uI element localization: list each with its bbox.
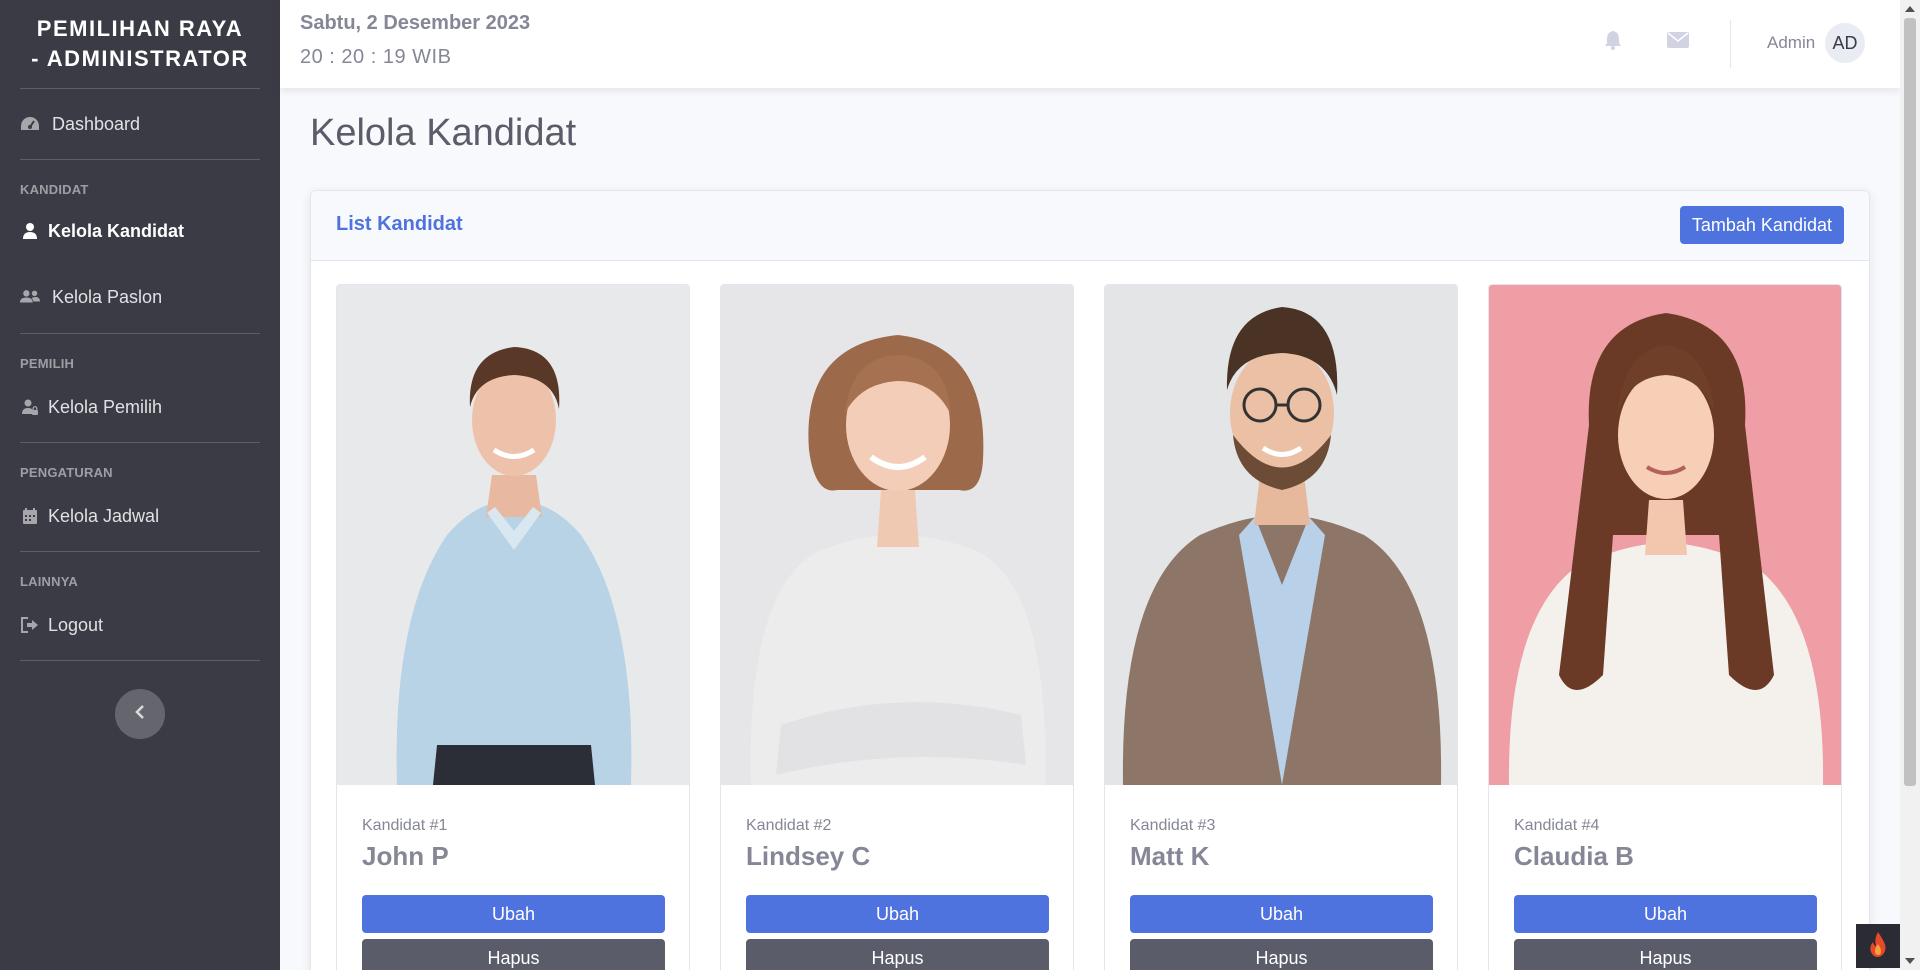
candidate-label: Kandidat #1 (362, 817, 448, 834)
candidate-label: Kandidat #4 (1514, 817, 1600, 834)
sidebar-item-label: Dashboard (52, 113, 141, 134)
scroll-down-arrow-icon[interactable] (1905, 958, 1915, 964)
edit-candidate-button[interactable]: Ubah (746, 895, 1049, 933)
user-lock-icon (20, 398, 40, 416)
sidebar-heading-lainnya: LAINNYA (20, 574, 78, 589)
candidate-name: John P (362, 841, 449, 871)
candidate-card: Kandidat #4 Claudia B Ubah Hapus (1488, 284, 1842, 970)
sidebar-item-logout[interactable]: Logout (0, 595, 280, 655)
delete-candidate-button[interactable]: Hapus (746, 939, 1049, 970)
dashboard-icon (20, 115, 40, 133)
edit-candidate-button[interactable]: Ubah (1514, 895, 1817, 933)
scroll-up-arrow-icon[interactable] (1905, 6, 1915, 12)
sidebar-item-kelola-paslon[interactable]: Kelola Paslon (0, 261, 280, 333)
floating-fire-button[interactable] (1856, 924, 1900, 968)
logout-icon (20, 616, 40, 634)
brand-line-1: PEMILIHAN RAYA (36, 16, 244, 41)
candidate-card: Kandidat #2 Lindsey C Ubah Hapus (720, 284, 1074, 970)
page-scrollbar[interactable] (1900, 0, 1920, 970)
sidebar-item-label: Kelola Kandidat (48, 220, 185, 241)
candidate-photo (1105, 285, 1457, 785)
candidate-name: Matt K (1130, 841, 1210, 871)
sidebar-heading-kandidat: KANDIDAT (20, 182, 89, 197)
candidate-card: Kandidat #3 Matt K Ubah Hapus (1104, 284, 1458, 970)
sidebar-item-label: Kelola Paslon (52, 286, 163, 307)
sidebar-item-kelola-kandidat[interactable]: Kelola Kandidat (0, 203, 280, 259)
chevron-left-icon (134, 704, 146, 724)
scroll-thumb[interactable] (1904, 18, 1916, 786)
current-time: 20 : 20 : 19 WIB (300, 46, 452, 68)
calendar-icon (20, 507, 40, 525)
sidebar-item-label: Logout (48, 614, 104, 635)
sidebar-divider (20, 660, 260, 661)
sidebar-item-label: Kelola Pemilih (48, 396, 163, 417)
sidebar-heading-pemilih: PEMILIH (20, 356, 75, 371)
current-date: Sabtu, 2 Desember 2023 (300, 12, 531, 34)
fire-icon (1868, 931, 1888, 962)
candidate-label: Kandidat #2 (746, 817, 832, 834)
users-icon (20, 288, 40, 306)
notification-bell-button[interactable] (1601, 30, 1625, 54)
delete-candidate-button[interactable]: Hapus (1130, 939, 1433, 970)
user-name[interactable]: Admin (1767, 33, 1815, 53)
candidate-label: Kandidat #3 (1130, 817, 1216, 834)
sidebar: PEMILIHAN RAYA - ADMINISTRATOR Dashboard… (0, 0, 280, 970)
page-title: Kelola Kandidat (310, 112, 577, 154)
brand-line-2: - ADMINISTRATOR (31, 46, 249, 71)
candidate-photo (337, 285, 689, 785)
add-candidate-button[interactable]: Tambah Kandidat (1679, 206, 1844, 244)
avatar[interactable]: AD (1825, 23, 1865, 63)
delete-candidate-button[interactable]: Hapus (362, 939, 665, 970)
messages-button[interactable] (1666, 30, 1690, 54)
sidebar-item-kelola-pemilih[interactable]: Kelola Pemilih (0, 377, 280, 437)
brand[interactable]: PEMILIHAN RAYA - ADMINISTRATOR (0, 0, 280, 88)
candidate-name: Lindsey C (746, 841, 871, 871)
candidate-name: Claudia B (1514, 841, 1634, 871)
sidebar-item-dashboard[interactable]: Dashboard (0, 89, 280, 159)
candidate-card: Kandidat #1 John P Ubah Hapus (336, 284, 690, 970)
envelope-icon (1667, 31, 1689, 53)
candidate-photo (1489, 285, 1841, 785)
edit-candidate-button[interactable]: Ubah (362, 895, 665, 933)
user-icon (20, 222, 40, 240)
topbar-divider (1730, 20, 1731, 68)
bell-icon (1604, 30, 1622, 55)
sidebar-toggle-button[interactable] (115, 689, 165, 739)
delete-candidate-button[interactable]: Hapus (1514, 939, 1817, 970)
sidebar-item-label: Kelola Jadwal (48, 505, 160, 526)
sidebar-heading-pengaturan: PENGATURAN (20, 465, 113, 480)
card-header: List Kandidat Tambah Kandidat (311, 191, 1869, 261)
sidebar-item-kelola-jadwal[interactable]: Kelola Jadwal (0, 486, 280, 546)
candidate-photo (721, 285, 1073, 785)
card-title: List Kandidat (336, 213, 463, 235)
edit-candidate-button[interactable]: Ubah (1130, 895, 1433, 933)
topbar: Sabtu, 2 Desember 2023 20 : 20 : 19 WIB … (280, 0, 1900, 88)
